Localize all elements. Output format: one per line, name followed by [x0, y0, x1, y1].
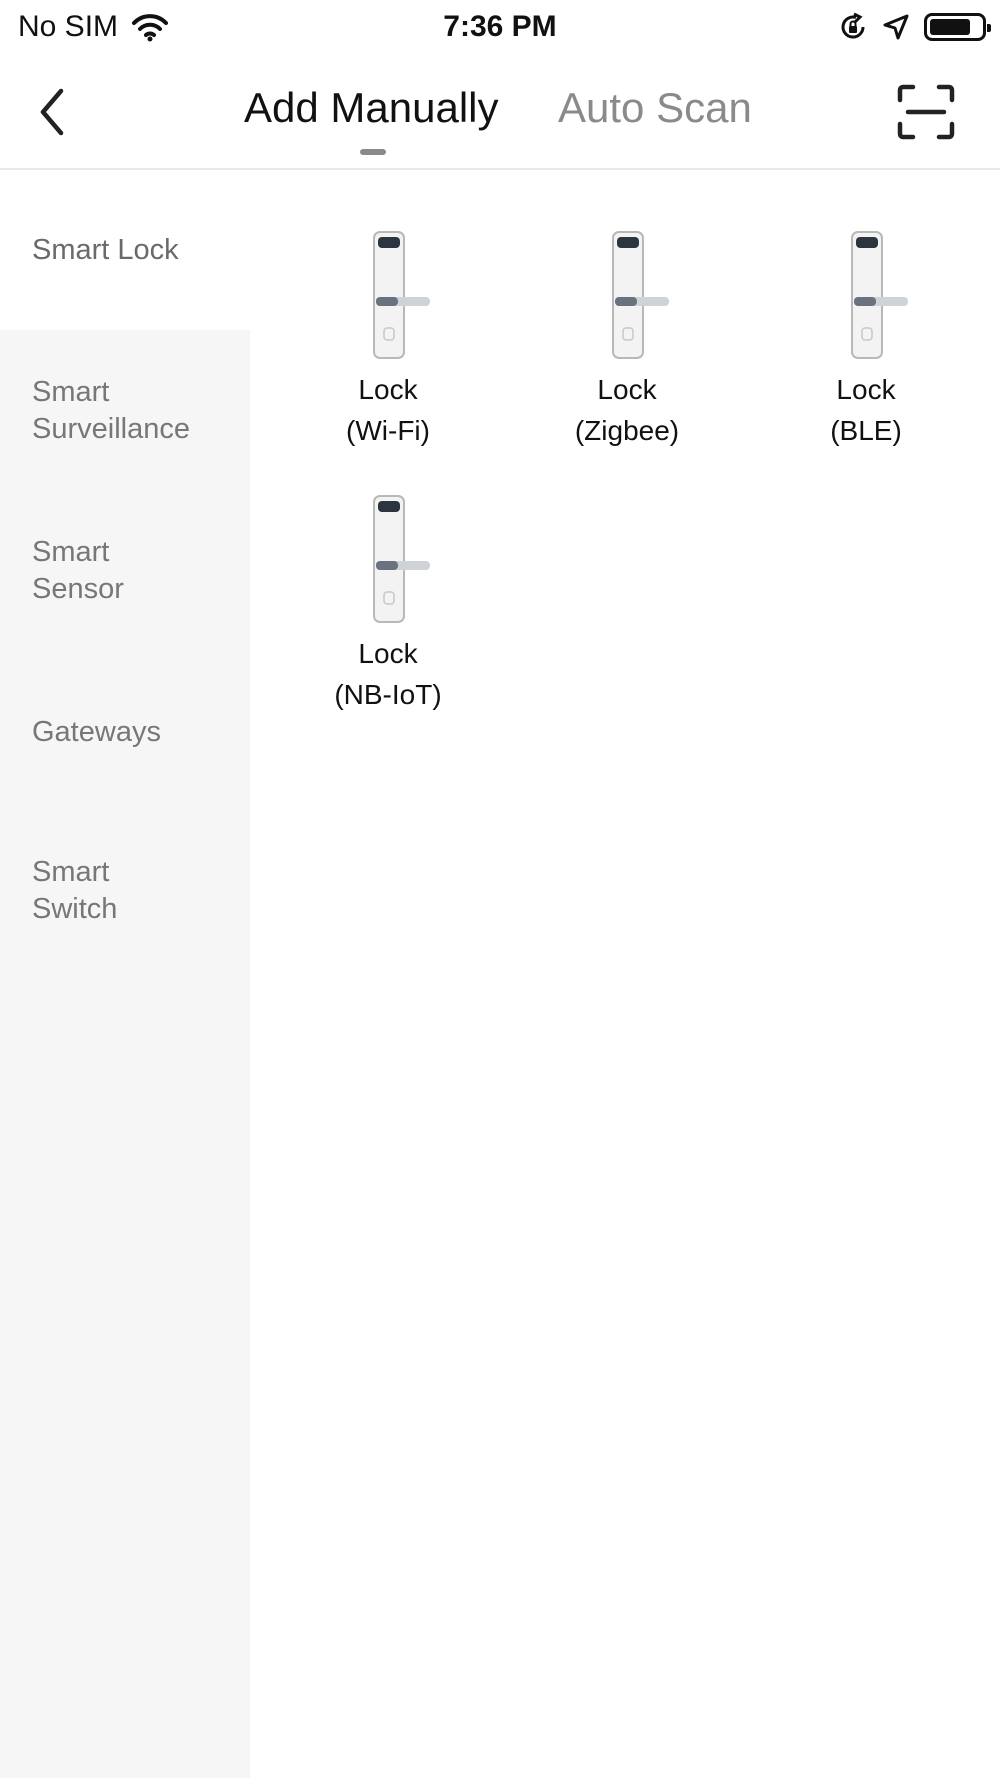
device-card-lock-ble[interactable]: Lock (BLE) — [766, 224, 966, 451]
device-name-line1: Lock — [836, 374, 896, 405]
chevron-left-icon — [40, 88, 64, 136]
sidebar-item-label-line1: Smart — [32, 856, 110, 888]
device-card-lock-wifi[interactable]: Lock (Wi-Fi) — [288, 224, 488, 451]
orientation-lock-icon — [841, 12, 865, 39]
status-bar: No SIM 7:36 PM — [0, 0, 1000, 56]
door-lock-icon — [373, 495, 430, 623]
door-lock-icon — [851, 231, 908, 359]
door-lock-icon — [373, 231, 430, 359]
nav-bar: Add Manually Auto Scan — [0, 56, 1000, 170]
device-name-line2: (NB-IoT) — [334, 679, 442, 710]
sidebar-item-smart-sensor[interactable]: Smart Sensor — [0, 534, 250, 608]
sidebar-item-label-line1: Smart — [32, 536, 110, 568]
device-card-lock-nb-iot[interactable]: Lock (NB-IoT) — [288, 488, 488, 715]
device-name-line2: (Wi-Fi) — [346, 415, 430, 446]
sidebar-item-label: Smart Lock — [32, 234, 179, 266]
sidebar-item-label-line2: Sensor — [32, 573, 124, 605]
door-lock-icon — [612, 231, 669, 359]
battery-fill — [930, 19, 970, 35]
device-name-line1: Lock — [358, 638, 418, 669]
location-arrow-icon — [883, 14, 909, 40]
sidebar-item-smart-switch[interactable]: Smart Switch — [0, 854, 250, 928]
device-card-lock-zigbee[interactable]: Lock (Zigbee) — [527, 224, 727, 451]
device-name-line2: (Zigbee) — [574, 415, 680, 446]
status-right — [838, 12, 991, 42]
sidebar-item-smart-surveillance[interactable]: Smart Surveillance — [0, 374, 250, 448]
active-tab-indicator — [360, 149, 386, 155]
category-sidebar: Smart Lock Smart Surveillance Smart Sens… — [0, 172, 250, 1778]
battery-nub — [987, 24, 991, 32]
tab-add-manually[interactable]: Add Manually — [244, 84, 498, 132]
sidebar-item-label: Gateways — [32, 716, 161, 748]
qr-scan-icon — [897, 84, 955, 140]
device-name-line1: Lock — [597, 374, 657, 405]
device-name-line2: (BLE) — [830, 415, 902, 446]
scan-button[interactable] — [896, 84, 956, 140]
back-button[interactable] — [22, 82, 82, 142]
sidebar-item-smart-lock[interactable]: Smart Lock — [0, 172, 250, 330]
tab-auto-scan[interactable]: Auto Scan — [558, 84, 752, 132]
sidebar-item-label-line2: Surveillance — [32, 413, 190, 445]
sidebar-item-label-line1: Smart — [32, 376, 110, 408]
battery-icon — [924, 13, 991, 41]
device-name-line1: Lock — [358, 374, 418, 405]
sidebar-item-gateways[interactable]: Gateways — [0, 714, 250, 751]
sidebar-item-label-line2: Switch — [32, 893, 118, 925]
